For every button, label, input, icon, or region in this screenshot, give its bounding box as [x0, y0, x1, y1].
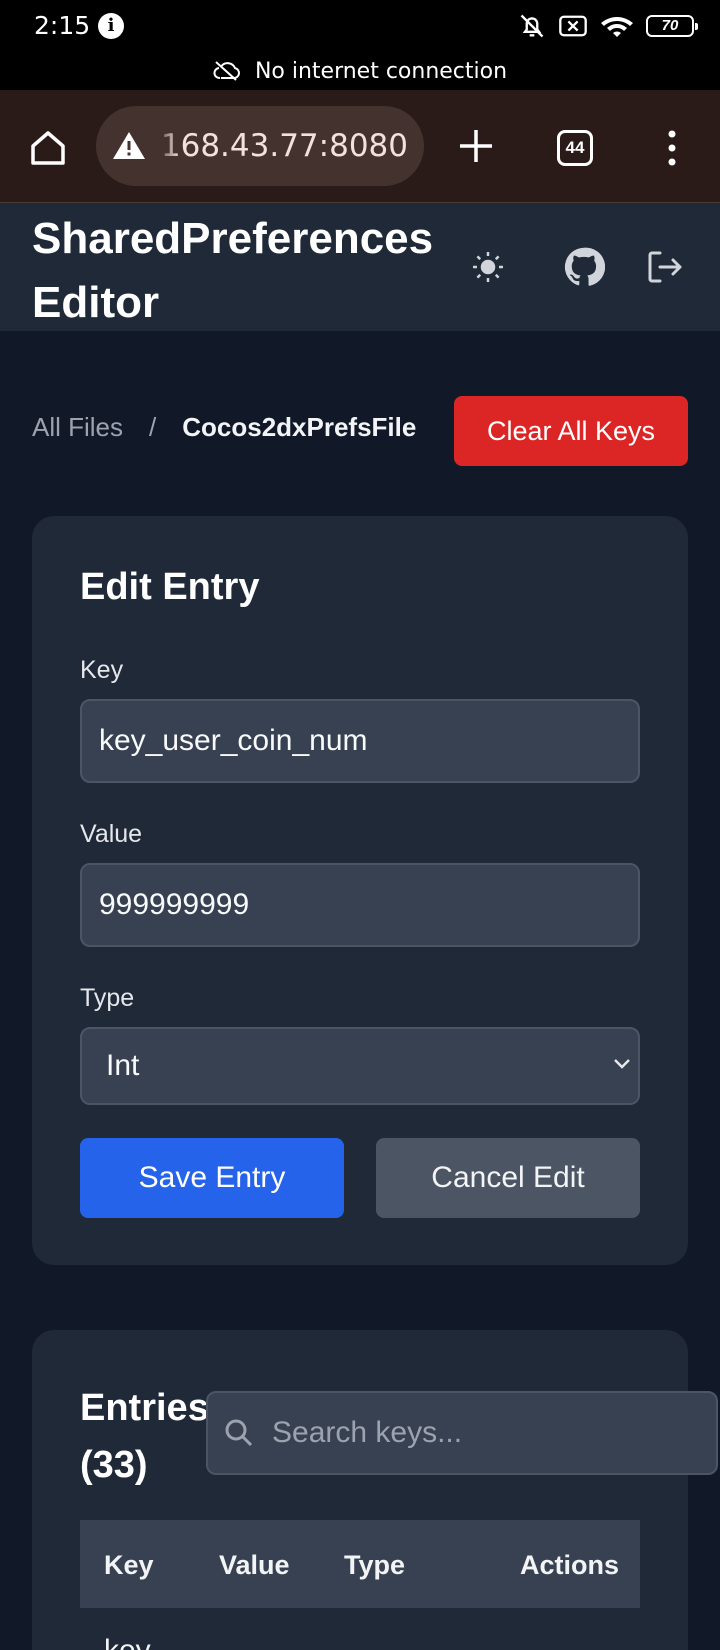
github-button[interactable] — [560, 243, 608, 291]
breadcrumb: All Files / Cocos2dxPrefsFile — [32, 412, 416, 443]
clear-all-keys-button[interactable]: Clear All Keys — [454, 396, 688, 466]
logout-button[interactable] — [640, 243, 688, 291]
search-input[interactable]: Search keys... — [206, 1391, 718, 1475]
value-label: Value — [80, 820, 143, 848]
theme-toggle-button[interactable] — [464, 243, 512, 291]
key-label: Key — [80, 656, 124, 684]
more-menu-icon[interactable] — [662, 128, 682, 168]
github-icon — [564, 247, 605, 286]
logout-icon — [648, 251, 682, 283]
type-label: Type — [80, 984, 135, 1012]
search-placeholder: Search keys... — [272, 1416, 463, 1449]
save-entry-button[interactable]: Save Entry — [80, 1138, 344, 1218]
breadcrumb-separator: / — [149, 412, 157, 442]
sun-icon — [473, 252, 503, 282]
url-bar[interactable]: 192.168.43.77:8080 — [96, 106, 424, 186]
offline-banner: No internet connection — [0, 52, 720, 90]
value-input[interactable]: 999999999 — [80, 863, 640, 947]
entries-title: Entries (33) — [80, 1387, 209, 1486]
cancel-edit-button[interactable]: Cancel Edit — [376, 1138, 640, 1218]
bell-off-icon — [520, 14, 544, 38]
table-header: Key Value Type Actions — [80, 1520, 640, 1608]
breadcrumb-all-files[interactable]: All Files — [32, 412, 123, 443]
chevron-down-icon — [614, 1059, 630, 1069]
cloud-off-icon — [213, 61, 240, 81]
column-header-actions: Actions — [520, 1550, 620, 1580]
column-header-value: Value — [219, 1550, 290, 1580]
edit-entry-card: Edit Entry Key key_user_coin_num Value 9… — [32, 516, 688, 1265]
status-time: 2:15 — [34, 11, 91, 40]
key-input[interactable]: key_user_coin_num — [80, 699, 640, 783]
status-icons: 70 — [518, 12, 698, 40]
entries-card: Entries (33) Search keys... Key Value Ty… — [32, 1330, 718, 1650]
tab-switcher-button[interactable]: 44 — [557, 130, 593, 166]
app-title: SharedPreferences Editor — [32, 214, 434, 327]
offline-text: No internet connection — [254, 58, 508, 84]
edit-entry-title: Edit Entry — [80, 566, 260, 608]
breadcrumb-current-file: Cocos2dxPrefsFile — [182, 412, 417, 442]
type-selected-value: Int — [106, 1049, 140, 1082]
url-text[interactable]: 192.168.43.77:8080 — [158, 128, 408, 164]
home-icon[interactable] — [28, 128, 68, 168]
battery-icon: 70 — [646, 15, 698, 37]
info-icon: i — [98, 13, 124, 39]
search-icon — [225, 1419, 253, 1447]
new-tab-icon[interactable] — [456, 126, 496, 166]
table-row-key-partial: key — [104, 1634, 151, 1650]
url-fade — [154, 106, 180, 186]
browser-toolbar: 192.168.43.77:8080 44 — [0, 90, 720, 203]
no-sim-icon — [559, 15, 587, 37]
column-header-key: Key — [104, 1550, 154, 1580]
app-header: SharedPreferences Editor — [0, 203, 720, 331]
column-header-type: Type — [344, 1550, 406, 1580]
wifi-icon — [601, 17, 633, 37]
status-bar: 2:15 i 70 — [0, 0, 720, 52]
type-select[interactable]: Int — [80, 1027, 640, 1105]
warning-icon[interactable] — [112, 130, 146, 160]
